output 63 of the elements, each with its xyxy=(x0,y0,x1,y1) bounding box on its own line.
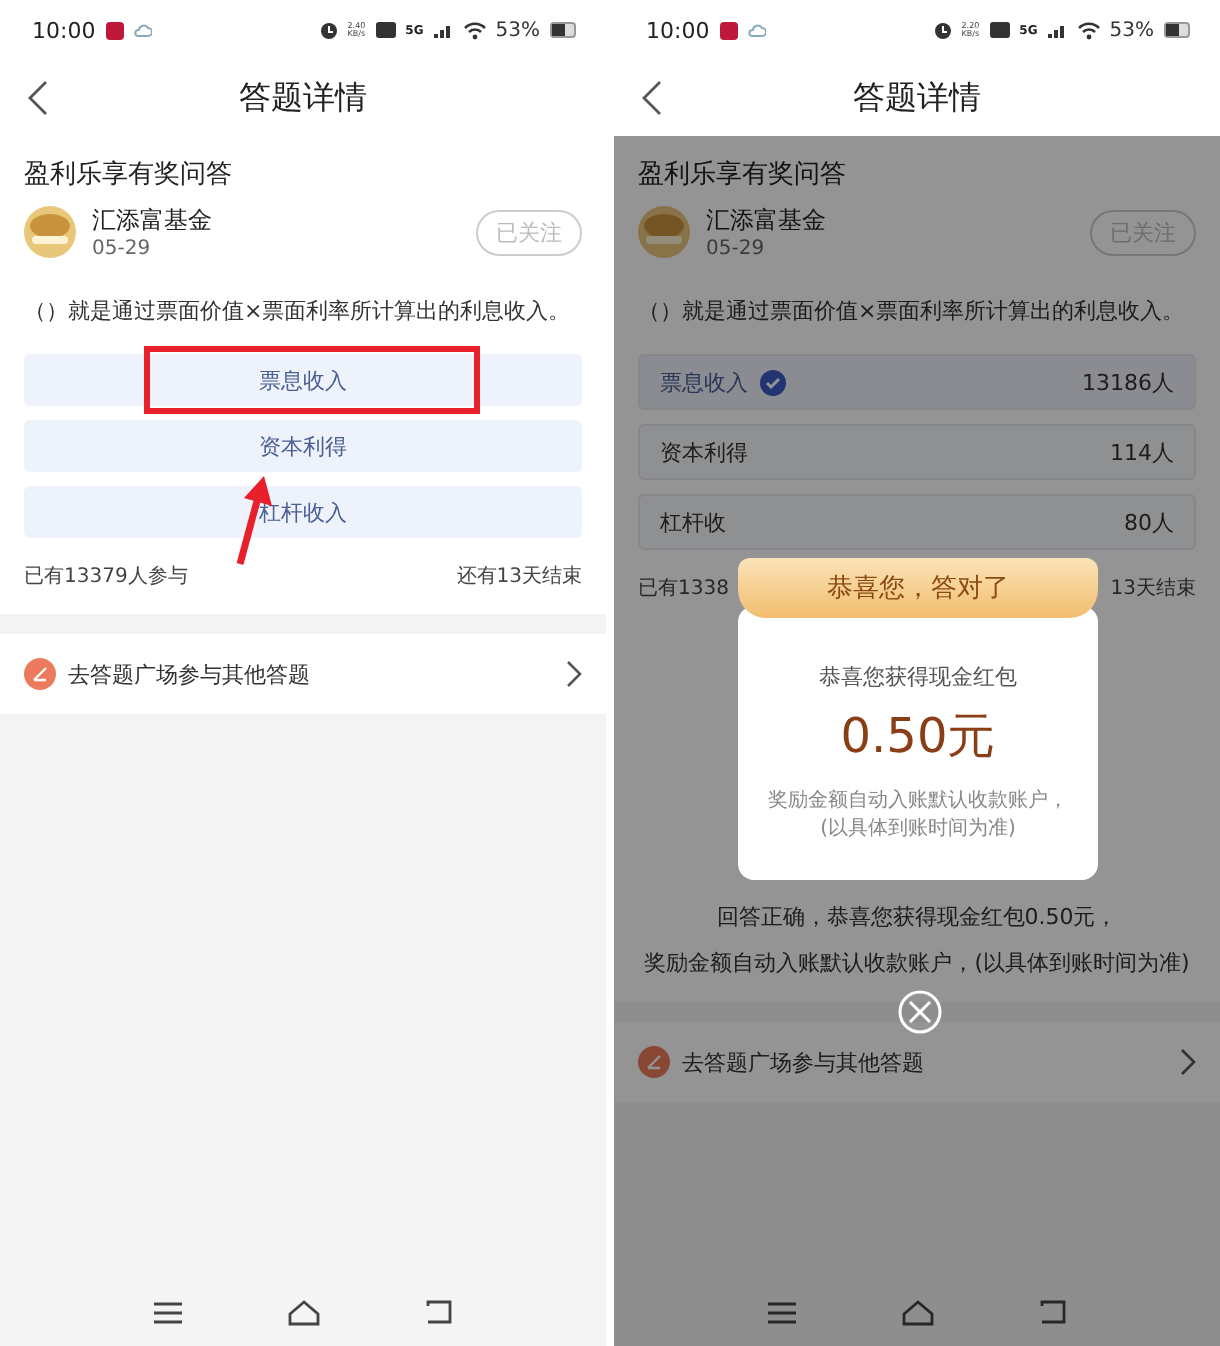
participant-count: 已有13379人参与 xyxy=(24,563,188,591)
time-remaining: 还有13天结束 xyxy=(456,563,582,591)
publish-date: 05-29 xyxy=(92,238,153,260)
result-message: 奖励金额自动入账默认收款账户，(以具体到账时间为准) xyxy=(644,948,1190,979)
home-icon[interactable] xyxy=(901,1299,934,1325)
answer-option[interactable]: 杠杆收 80人 xyxy=(638,494,1196,551)
vote-count: 13186人 xyxy=(1082,367,1174,398)
chevron-right-icon xyxy=(1180,1048,1196,1077)
battery-level: 53% xyxy=(1109,19,1154,41)
alarm-icon xyxy=(933,21,952,39)
popup-headline: 恭喜您获得现金红包 xyxy=(819,662,1017,692)
vote-count: 80人 xyxy=(1124,507,1174,538)
section-title: 盈利乐享有奖问答 xyxy=(638,158,848,192)
pencil-icon xyxy=(24,658,56,691)
quiz-square-link[interactable]: 去答题广场参与其他答题 xyxy=(614,1022,1220,1103)
app-icon xyxy=(105,21,124,39)
reward-amount: 0.50元 xyxy=(840,706,996,768)
back-icon[interactable] xyxy=(642,80,662,116)
pencil-icon xyxy=(638,1046,670,1079)
page-title: 答题详情 xyxy=(853,77,981,119)
page-title: 答题详情 xyxy=(239,77,367,119)
popup-ribbon: 恭喜您，答对了 xyxy=(738,558,1098,618)
answer-option[interactable]: 资本利得 xyxy=(24,420,582,473)
back-icon[interactable] xyxy=(1040,1300,1067,1324)
clock: 10:00 xyxy=(32,17,96,43)
section-title: 盈利乐享有奖问答 xyxy=(24,158,234,192)
popup-note: (以具体到账时间为准) xyxy=(820,816,1016,844)
answer-option[interactable]: 杠杆收入 xyxy=(24,486,582,539)
menu-icon[interactable] xyxy=(767,1301,796,1323)
participant-count: 已有1338 xyxy=(638,576,729,603)
result-message: 回答正确，恭喜您获得现金红包0.50元， xyxy=(716,902,1118,933)
publish-date: 05-29 xyxy=(706,238,767,260)
home-icon[interactable] xyxy=(287,1299,320,1325)
cloud-icon xyxy=(747,23,766,37)
answer-option[interactable]: 资本利得 114人 xyxy=(638,424,1196,481)
chevron-right-icon xyxy=(566,660,582,689)
wifi-icon xyxy=(1077,21,1100,39)
publisher-name: 汇添富基金 xyxy=(706,204,828,238)
back-icon[interactable] xyxy=(426,1300,453,1324)
question-text: （）就是通过票面价值×票面利率所计算出的利息收入。 xyxy=(24,296,573,327)
back-icon[interactable] xyxy=(28,80,48,116)
answer-option[interactable]: 票息收入 13186人 xyxy=(638,354,1196,411)
menu-icon[interactable] xyxy=(153,1301,182,1323)
alarm-icon xyxy=(319,21,338,39)
question-text: （）就是通过票面价值×票面利率所计算出的利息收入。 xyxy=(638,296,1187,327)
signal-icon xyxy=(1047,22,1068,38)
publisher-name: 汇添富基金 xyxy=(92,204,214,238)
signal-icon xyxy=(433,22,454,38)
app-icon xyxy=(719,21,738,39)
wifi-icon xyxy=(463,21,486,39)
fund-logo xyxy=(638,206,690,258)
clock: 10:00 xyxy=(646,17,710,43)
popup-note: 奖励金额自动入账默认收款账户， xyxy=(768,788,1068,816)
fund-logo xyxy=(24,206,76,258)
close-icon[interactable] xyxy=(898,990,942,1034)
battery-icon xyxy=(550,22,578,38)
cloud-icon xyxy=(133,23,152,37)
vote-count: 114人 xyxy=(1110,437,1174,468)
quiz-square-link[interactable]: 去答题广场参与其他答题 xyxy=(0,634,606,715)
check-icon xyxy=(760,369,786,396)
battery-icon xyxy=(1164,22,1192,38)
time-remaining: 13天结束 xyxy=(1110,575,1196,603)
battery-level: 53% xyxy=(495,19,540,41)
